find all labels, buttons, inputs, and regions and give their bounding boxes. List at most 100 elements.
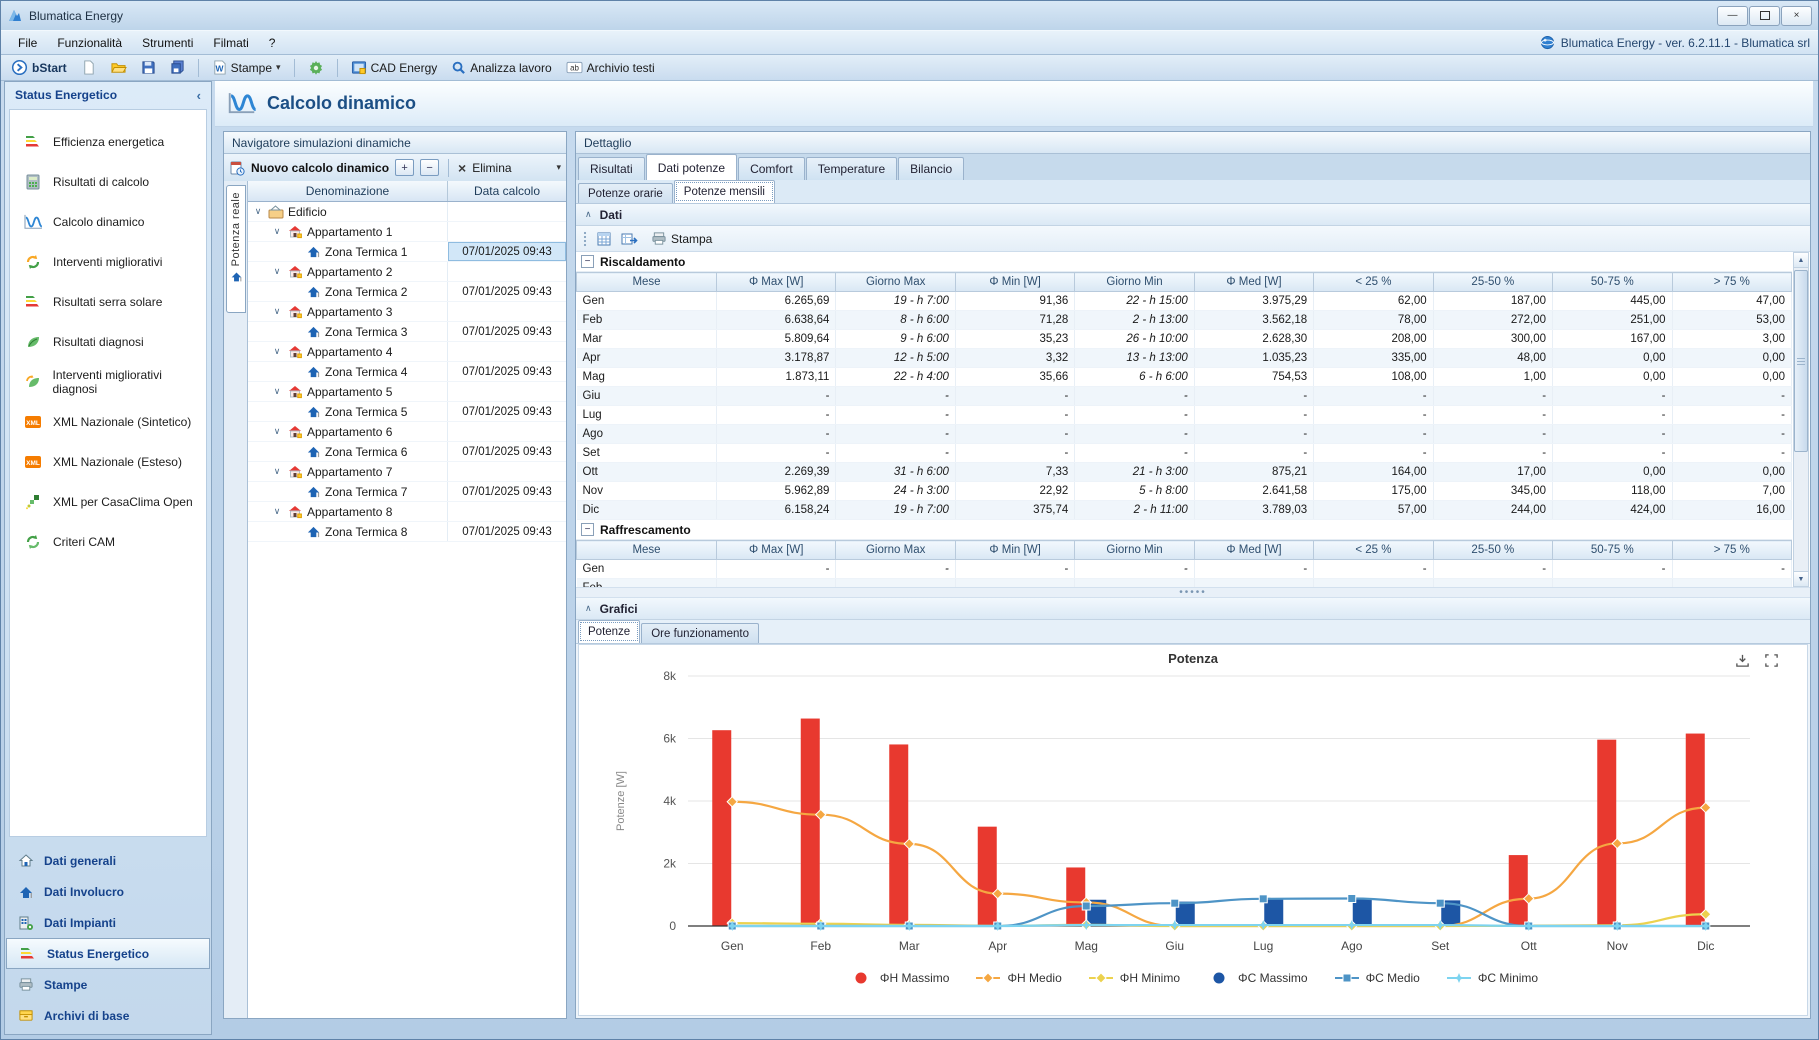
column-header-mese[interactable]: Mese bbox=[577, 541, 717, 560]
sidebar-item-dati-involucro[interactable]: Dati Involucro bbox=[6, 876, 210, 907]
tree-row-appartamento-7[interactable]: ∨Appartamento 7 bbox=[248, 462, 566, 482]
column-header-data-calcolo[interactable]: Data calcolo bbox=[447, 181, 566, 201]
tree-row-zona-termica-8[interactable]: Zona Termica 807/01/2025 09:43 bbox=[248, 522, 566, 542]
minimize-button[interactable]: — bbox=[1717, 6, 1748, 26]
tab-potenza-reale[interactable]: Potenza reale bbox=[226, 185, 246, 313]
tree-row-zona-termica-6[interactable]: Zona Termica 607/01/2025 09:43 bbox=[248, 442, 566, 462]
table-row-lug[interactable]: Lug--------- bbox=[577, 406, 1792, 425]
column-header-mese[interactable]: Mese bbox=[577, 273, 717, 292]
menu-item-file[interactable]: File bbox=[9, 34, 46, 52]
tab-temperature[interactable]: Temperature bbox=[806, 157, 897, 180]
table-row-feb[interactable]: Feb6.638,648 - h 6:0071,282 - h 13:003.5… bbox=[577, 311, 1792, 330]
close-button[interactable]: × bbox=[1781, 6, 1812, 26]
tab-risultati[interactable]: Risultati bbox=[578, 157, 645, 180]
collapse-all-button[interactable]: − bbox=[420, 159, 439, 176]
chart-tab-ore-funzionamento[interactable]: Ore funzionamento bbox=[641, 623, 759, 643]
column-header-25[interactable]: < 25 % bbox=[1314, 541, 1433, 560]
column-header-25-50[interactable]: 25-50 % bbox=[1433, 541, 1552, 560]
table-row-set[interactable]: Set--------- bbox=[577, 444, 1792, 463]
grafici-section-header[interactable]: ∧ Grafici bbox=[576, 598, 1810, 620]
sidebar-item-risultati-diagnosi[interactable]: Risultati diagnosi bbox=[10, 322, 206, 362]
cad-energy-button[interactable]: CAD Energy bbox=[347, 59, 442, 76]
column-header-giorno-min[interactable]: Giorno Min bbox=[1075, 541, 1194, 560]
chart-tab-potenze[interactable]: Potenze bbox=[578, 620, 640, 643]
tab-bilancio[interactable]: Bilancio bbox=[898, 157, 964, 180]
table-row-feb[interactable]: Feb--------- bbox=[577, 579, 1792, 588]
tree-row-appartamento-3[interactable]: ∨Appartamento 3 bbox=[248, 302, 566, 322]
column-header-denominazione[interactable]: Denominazione bbox=[248, 181, 447, 201]
open-folder-icon[interactable] bbox=[106, 59, 131, 76]
maximize-button[interactable] bbox=[1749, 6, 1780, 26]
table-row-gen[interactable]: Gen6.265,6919 - h 7:0091,3622 - h 15:003… bbox=[577, 292, 1792, 311]
column-header-50-75[interactable]: 50-75 % bbox=[1553, 541, 1672, 560]
stampa-button[interactable]: Stampa bbox=[647, 230, 716, 247]
delete-button[interactable]: Elimina bbox=[472, 161, 511, 175]
tree-expander-icon[interactable]: ∨ bbox=[271, 346, 283, 357]
tree-expander-icon[interactable]: ∨ bbox=[271, 506, 283, 517]
tree-row-zona-termica-2[interactable]: Zona Termica 207/01/2025 09:43 bbox=[248, 282, 566, 302]
column-header-75[interactable]: > 75 % bbox=[1672, 273, 1792, 292]
table-view-icon[interactable] bbox=[596, 231, 612, 247]
subtab-potenze-orarie[interactable]: Potenze orarie bbox=[578, 183, 673, 203]
sidebar-item-stampe[interactable]: Stampe bbox=[6, 969, 210, 1000]
column-header-max-w[interactable]: Φ Max [W] bbox=[717, 273, 836, 292]
legend-item-c-medio[interactable]: ΦC Medio bbox=[1334, 971, 1420, 985]
column-header-25-50[interactable]: 25-50 % bbox=[1433, 273, 1552, 292]
sidebar-item-risultati-serra-solare[interactable]: Risultati serra solare bbox=[10, 282, 206, 322]
table-row-mar[interactable]: Mar5.809,649 - h 6:0035,2326 - h 10:002.… bbox=[577, 330, 1792, 349]
sidebar-item-xml-nazionale-sintetico[interactable]: XMLXML Nazionale (Sintetico) bbox=[10, 402, 206, 442]
sidebar-item-interventi-migliorativi[interactable]: Interventi migliorativi bbox=[10, 242, 206, 282]
tab-comfort[interactable]: Comfort bbox=[738, 157, 805, 180]
table-row-nov[interactable]: Nov5.962,8924 - h 3:0022,925 - h 8:002.6… bbox=[577, 482, 1792, 501]
column-header-50-75[interactable]: 50-75 % bbox=[1553, 273, 1672, 292]
tree-expander-icon[interactable]: ∨ bbox=[271, 226, 283, 237]
table-row-gen[interactable]: Gen--------- bbox=[577, 560, 1792, 579]
tree-row-appartamento-1[interactable]: ∨Appartamento 1 bbox=[248, 222, 566, 242]
tree-expander-icon[interactable]: ∨ bbox=[271, 266, 283, 277]
vertical-scrollbar[interactable]: ▲ ▼ bbox=[1793, 252, 1809, 587]
tree-row-appartamento-2[interactable]: ∨Appartamento 2 bbox=[248, 262, 566, 282]
column-header-giorno-min[interactable]: Giorno Min bbox=[1075, 273, 1194, 292]
column-header-giorno-max[interactable]: Giorno Max bbox=[836, 541, 955, 560]
save-all-icon[interactable] bbox=[166, 59, 189, 76]
sidebar-item-archivi-di-base[interactable]: Archivi di base bbox=[6, 1000, 210, 1031]
tree-expander-icon[interactable]: ∨ bbox=[271, 466, 283, 477]
legend-item-c-minimo[interactable]: ΦC Minimo bbox=[1446, 971, 1538, 985]
dati-section-header[interactable]: ∧ Dati bbox=[576, 204, 1810, 226]
sidebar-item-interventi-migliorativi-diagnosi[interactable]: Interventi migliorativi diagnosi bbox=[10, 362, 206, 402]
tree-row-appartamento-8[interactable]: ∨Appartamento 8 bbox=[248, 502, 566, 522]
tree-row-zona-termica-7[interactable]: Zona Termica 707/01/2025 09:43 bbox=[248, 482, 566, 502]
tree-expander-icon[interactable]: ∨ bbox=[271, 426, 283, 437]
legend-item-h-minimo[interactable]: ΦH Minimo bbox=[1088, 971, 1180, 985]
table-row-dic[interactable]: Dic6.158,2419 - h 7:00375,742 - h 11:003… bbox=[577, 501, 1792, 520]
column-header-med-w[interactable]: Φ Med [W] bbox=[1194, 273, 1313, 292]
sidebar-item-criteri-cam[interactable]: Criteri CAM bbox=[10, 522, 206, 562]
scroll-up-icon[interactable]: ▲ bbox=[1794, 253, 1808, 268]
column-header-75[interactable]: > 75 % bbox=[1672, 541, 1792, 560]
tree-row-zona-termica-4[interactable]: Zona Termica 407/01/2025 09:43 bbox=[248, 362, 566, 382]
sidebar-item-calcolo-dinamico[interactable]: Calcolo dinamico bbox=[10, 202, 206, 242]
legend-item-h-massimo[interactable]: ΦH Massimo bbox=[848, 971, 950, 985]
table-row-mag[interactable]: Mag1.873,1122 - h 4:0035,666 - h 6:00754… bbox=[577, 368, 1792, 387]
column-header-giorno-max[interactable]: Giorno Max bbox=[836, 273, 955, 292]
sidebar-item-xml-nazionale-esteso[interactable]: XMLXML Nazionale (Esteso) bbox=[10, 442, 206, 482]
tab-dati-potenze[interactable]: Dati potenze bbox=[646, 154, 737, 180]
tree-row-zona-termica-3[interactable]: Zona Termica 307/01/2025 09:43 bbox=[248, 322, 566, 342]
navigator-dropdown-icon[interactable]: ▾ bbox=[556, 162, 561, 173]
legend-item-h-medio[interactable]: ΦH Medio bbox=[975, 971, 1061, 985]
tree-row-zona-termica-5[interactable]: Zona Termica 507/01/2025 09:43 bbox=[248, 402, 566, 422]
stampe-button[interactable]: W Stampe ▾ bbox=[208, 59, 285, 76]
tree-row-appartamento-5[interactable]: ∨Appartamento 5 bbox=[248, 382, 566, 402]
menu-item-funzionalit[interactable]: Funzionalità bbox=[48, 34, 131, 52]
table-row-ott[interactable]: Ott2.269,3931 - h 6:007,3321 - h 3:00875… bbox=[577, 463, 1792, 482]
export-table-icon[interactable] bbox=[621, 231, 638, 247]
download-chart-icon[interactable] bbox=[1735, 653, 1750, 668]
riscaldamento-group[interactable]: − Riscaldamento bbox=[576, 252, 1792, 272]
tree-expander-icon[interactable]: ∨ bbox=[252, 206, 264, 217]
legend-item-c-massimo[interactable]: ΦC Massimo bbox=[1206, 971, 1308, 985]
table-row-apr[interactable]: Apr3.178,8712 - h 5:003,3213 - h 13:001.… bbox=[577, 349, 1792, 368]
column-header-25[interactable]: < 25 % bbox=[1314, 273, 1433, 292]
column-header-max-w[interactable]: Φ Max [W] bbox=[717, 541, 836, 560]
new-calc-button[interactable]: Nuovo calcolo dinamico bbox=[251, 161, 389, 175]
collapse-sidebar-icon[interactable]: ‹ bbox=[197, 88, 201, 103]
